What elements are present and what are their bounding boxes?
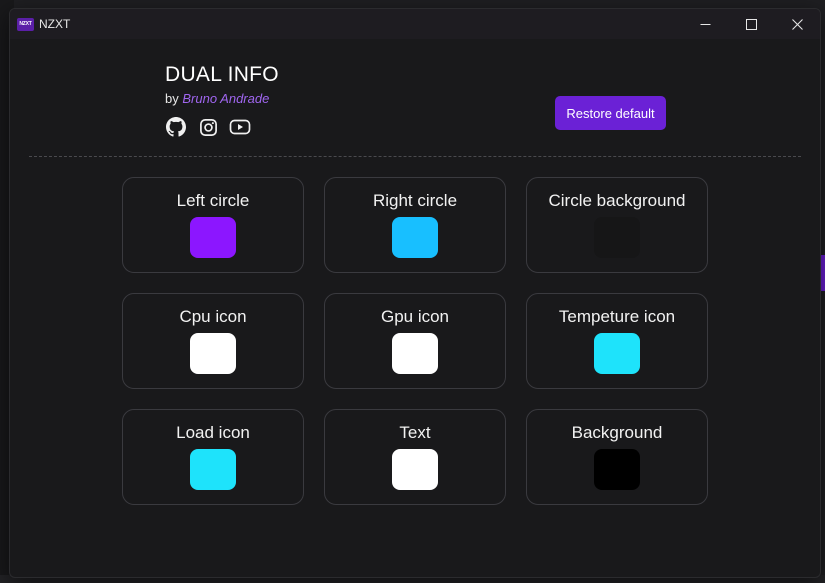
youtube-icon[interactable]	[229, 116, 251, 138]
plugin-header: DUAL INFO by Bruno Andrade	[165, 63, 279, 138]
color-card-label: Background	[571, 423, 663, 442]
author-link[interactable]: Bruno Andrade	[182, 91, 269, 106]
color-swatch[interactable]	[392, 217, 438, 258]
color-settings-grid: Left circle Right circle Circle backgrou…	[122, 177, 708, 505]
color-card-gpu-icon[interactable]: Gpu icon	[324, 293, 506, 389]
color-swatch[interactable]	[190, 333, 236, 374]
minimize-icon	[700, 23, 710, 25]
color-card-label: Load icon	[176, 423, 250, 442]
color-swatch[interactable]	[392, 333, 438, 374]
color-card-label: Right circle	[372, 191, 458, 210]
color-swatch[interactable]	[190, 449, 236, 490]
plugin-window: NZXT NZXT DUAL INFO by Bruno Andrade Res…	[9, 8, 821, 578]
color-card-label: Circle background	[548, 191, 686, 210]
color-card-tempeture-icon[interactable]: Tempeture icon	[526, 293, 708, 389]
window-title: NZXT	[39, 17, 71, 31]
plugin-title: DUAL INFO	[165, 63, 279, 86]
author-line: by Bruno Andrade	[165, 91, 279, 106]
color-card-text[interactable]: Text	[324, 409, 506, 505]
color-card-label: Cpu icon	[179, 307, 247, 326]
color-swatch[interactable]	[392, 449, 438, 490]
minimize-button[interactable]	[682, 9, 728, 39]
github-icon[interactable]	[165, 116, 187, 138]
maximize-icon	[745, 18, 757, 30]
by-label: by	[165, 91, 179, 106]
maximize-button[interactable]	[728, 9, 774, 39]
instagram-icon[interactable]	[197, 116, 219, 138]
social-links	[165, 116, 279, 138]
color-card-right-circle[interactable]: Right circle	[324, 177, 506, 273]
color-card-label: Tempeture icon	[558, 307, 676, 326]
color-card-label: Left circle	[176, 191, 250, 210]
color-card-circle-background[interactable]: Circle background	[526, 177, 708, 273]
window-controls	[682, 9, 820, 39]
color-swatch[interactable]	[594, 217, 640, 258]
color-swatch[interactable]	[594, 333, 640, 374]
background-accent-bar	[821, 255, 825, 291]
restore-default-button[interactable]: Restore default	[555, 96, 666, 130]
color-card-left-circle[interactable]: Left circle	[122, 177, 304, 273]
header-divider	[29, 156, 801, 157]
close-button[interactable]	[774, 9, 820, 39]
title-bar: NZXT NZXT	[10, 9, 820, 39]
color-card-cpu-icon[interactable]: Cpu icon	[122, 293, 304, 389]
color-card-background[interactable]: Background	[526, 409, 708, 505]
color-swatch[interactable]	[190, 217, 236, 258]
close-icon	[791, 18, 803, 30]
color-swatch[interactable]	[594, 449, 640, 490]
plugin-content: DUAL INFO by Bruno Andrade Restore defau…	[10, 39, 820, 577]
color-card-label: Text	[399, 423, 431, 442]
color-card-label: Gpu icon	[380, 307, 450, 326]
nzxt-app-icon: NZXT	[17, 17, 34, 31]
color-card-load-icon[interactable]: Load icon	[122, 409, 304, 505]
